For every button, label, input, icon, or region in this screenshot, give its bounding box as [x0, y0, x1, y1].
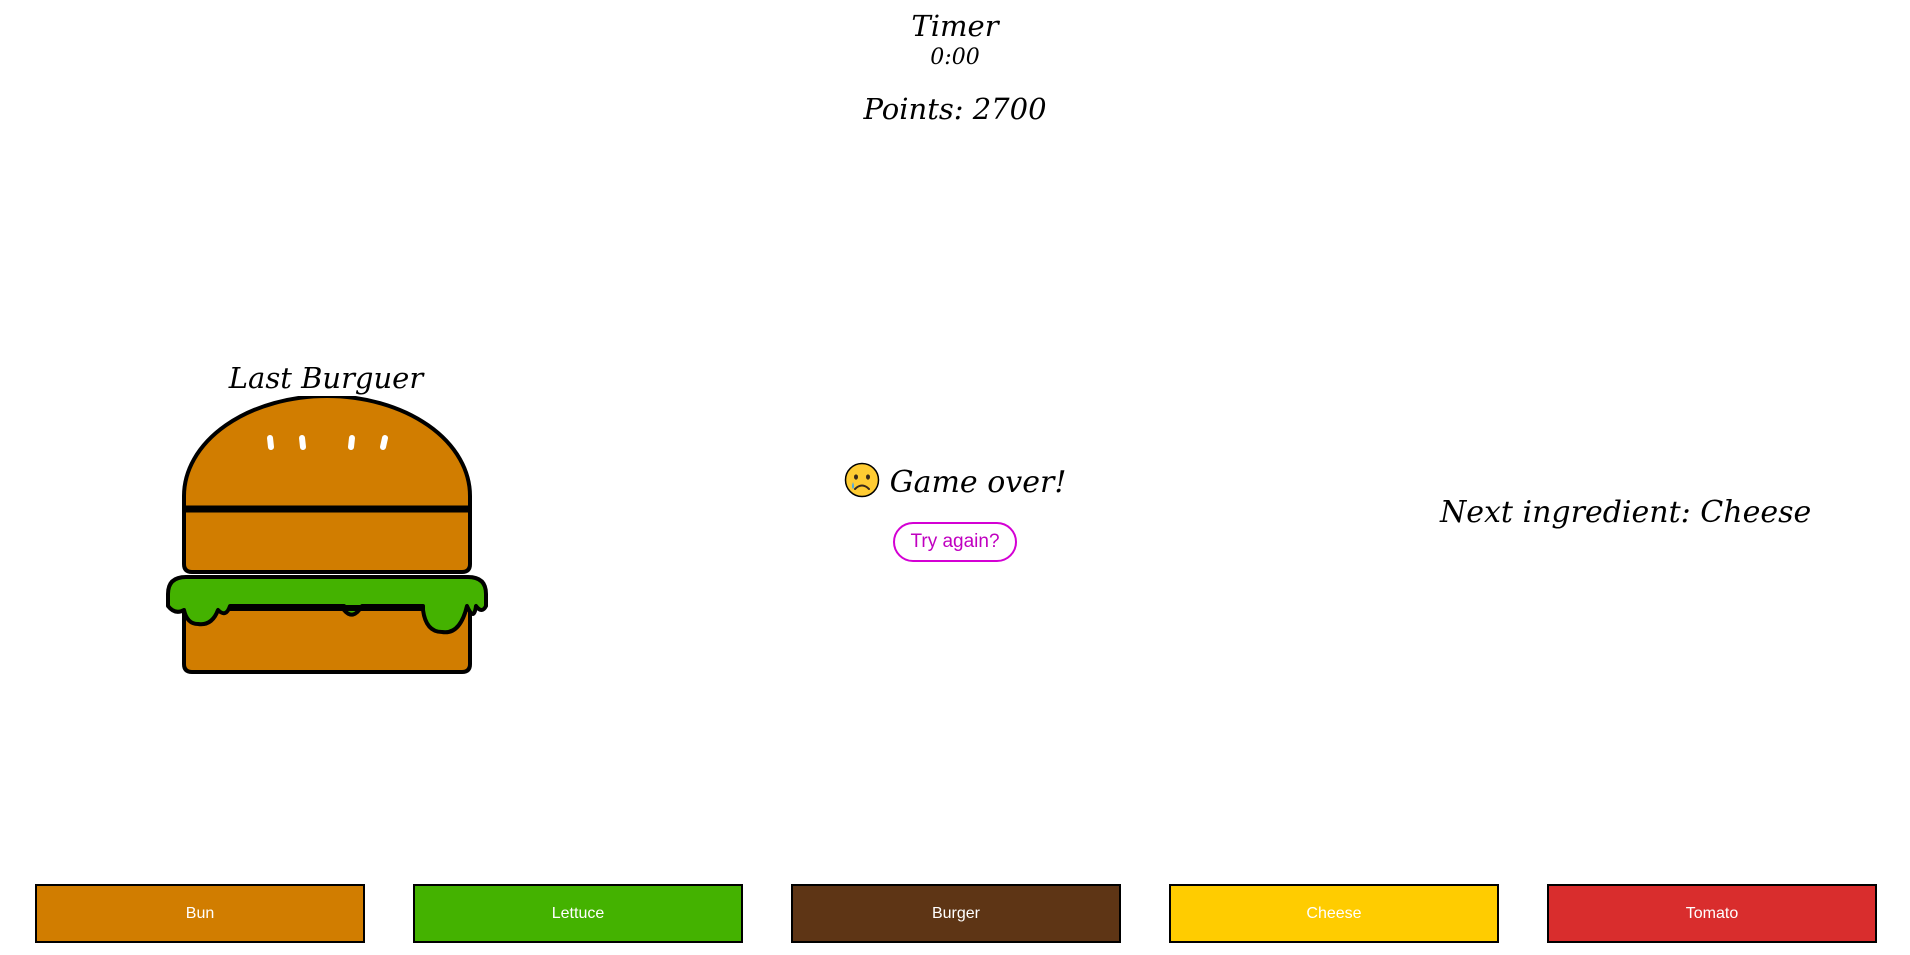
- lettuce-button[interactable]: Lettuce: [413, 884, 743, 943]
- last-burger-illustration: [166, 396, 488, 674]
- points-display: Points: 2700: [863, 92, 1047, 126]
- timer-label: Timer: [911, 9, 999, 43]
- sad-face-icon: [844, 462, 880, 510]
- top-bun-base: [182, 507, 472, 574]
- next-ingredient-label: Next ingredient: Cheese: [1440, 495, 1812, 530]
- tomato-button[interactable]: Tomato: [1547, 884, 1877, 943]
- try-again-button[interactable]: Try again?: [893, 522, 1017, 562]
- burger-button[interactable]: Burger: [791, 884, 1121, 943]
- bun-button[interactable]: Bun: [35, 884, 365, 943]
- timer-value: 0:00: [930, 45, 980, 70]
- last-burger-label: Last Burguer: [228, 361, 424, 395]
- game-over-text: Game over!: [889, 465, 1067, 500]
- cheese-button[interactable]: Cheese: [1169, 884, 1499, 943]
